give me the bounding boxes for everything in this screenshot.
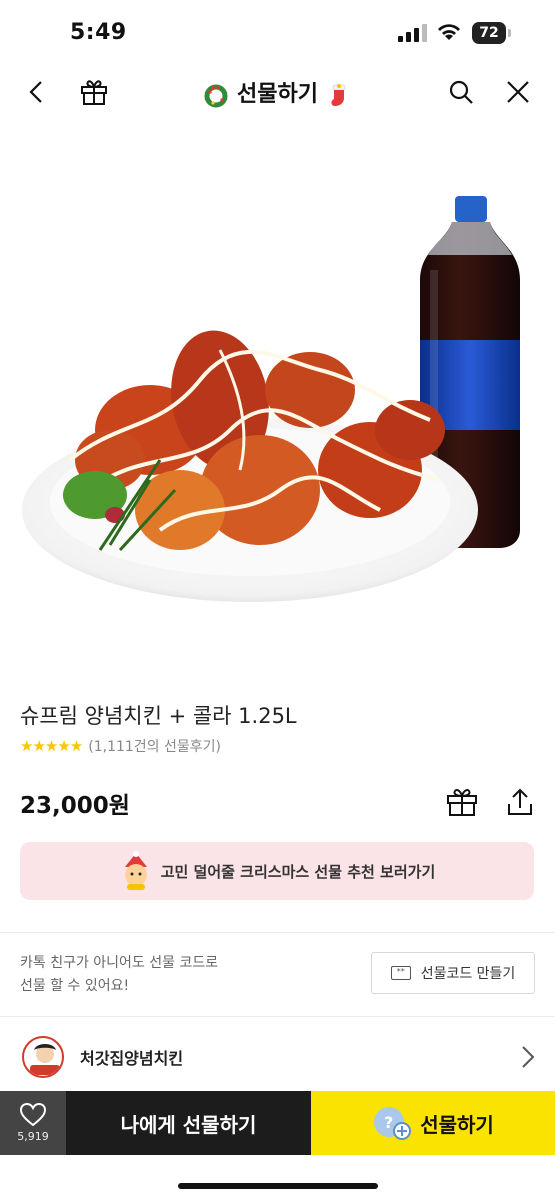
product-image [22, 196, 520, 602]
promo-text: 고민 덜어줄 크리스마스 선물 추천 보러가기 [160, 862, 436, 881]
wifi-icon [438, 24, 460, 40]
wish-count: 5,919 [17, 1130, 49, 1143]
status-time: 5:49 [70, 20, 127, 45]
rating-stars: ★★★★★ [20, 737, 83, 755]
gift-code-line-1: 카톡 친구가 아니어도 선물 코드로 [20, 955, 219, 971]
create-gift-code-button[interactable]: ** 선물코드 만들기 [371, 952, 535, 994]
search-button[interactable] [443, 74, 479, 110]
top-navigation: 선물하기 [0, 64, 555, 120]
rating-row[interactable]: ★★★★★ (1,111건의 선물후기) [20, 736, 221, 756]
svg-text:?: ? [384, 1113, 393, 1132]
page-title-text: 선물하기 [237, 82, 318, 107]
friend-add-icon: ? [374, 1107, 412, 1140]
bottom-action-bar: 5,919 나에게 선물하기 ? 선물하기 [0, 1091, 555, 1155]
close-button[interactable] [500, 74, 536, 110]
product-name: 슈프림 양념치킨 + 콜라 1.25L [20, 704, 297, 728]
gift-icon [447, 788, 477, 816]
battery-icon: 72 [472, 22, 512, 44]
divider [0, 1016, 555, 1017]
review-count: (1,111건의 선물후기) [88, 739, 221, 755]
wishlist-button[interactable]: 5,919 [0, 1091, 66, 1155]
create-gift-code-label: 선물코드 만들기 [420, 966, 516, 982]
home-indicator [178, 1183, 378, 1189]
christmas-wreath-icon [204, 84, 228, 108]
close-icon [507, 81, 529, 103]
send-gift-label: 선물하기 [420, 1112, 494, 1137]
product-price: 23,000원 [20, 793, 130, 819]
share-icon [508, 788, 532, 815]
ticket-icon: ** [390, 966, 411, 980]
gift-code-description: 카톡 친구가 아니어도 선물 코드로 선물 할 수 있어요! [20, 952, 218, 998]
divider [0, 932, 555, 933]
brand-name: 처갓집양념치킨 [80, 1049, 184, 1068]
gift-to-myself-button[interactable]: 나에게 선물하기 [66, 1091, 311, 1155]
brand-row[interactable]: 처갓집양념치킨 [0, 1028, 555, 1086]
cellular-signal-icon [398, 24, 427, 42]
christmas-stocking-icon [331, 84, 346, 106]
send-gift-button[interactable]: ? 선물하기 [311, 1091, 555, 1155]
christmas-character-icon [124, 851, 147, 890]
search-icon [449, 80, 473, 104]
heart-icon [20, 1103, 46, 1127]
chevron-right-icon [522, 1046, 535, 1068]
gift-code-line-2: 선물 할 수 있어요! [20, 978, 130, 994]
status-bar: 5:49 72 [0, 0, 555, 64]
wish-gift-button[interactable] [442, 782, 482, 822]
christmas-promo-banner[interactable]: 고민 덜어줄 크리스마스 선물 추천 보러가기 [20, 842, 534, 900]
battery-level: 72 [472, 22, 506, 44]
share-button[interactable] [500, 782, 540, 822]
brand-logo [22, 1036, 64, 1078]
